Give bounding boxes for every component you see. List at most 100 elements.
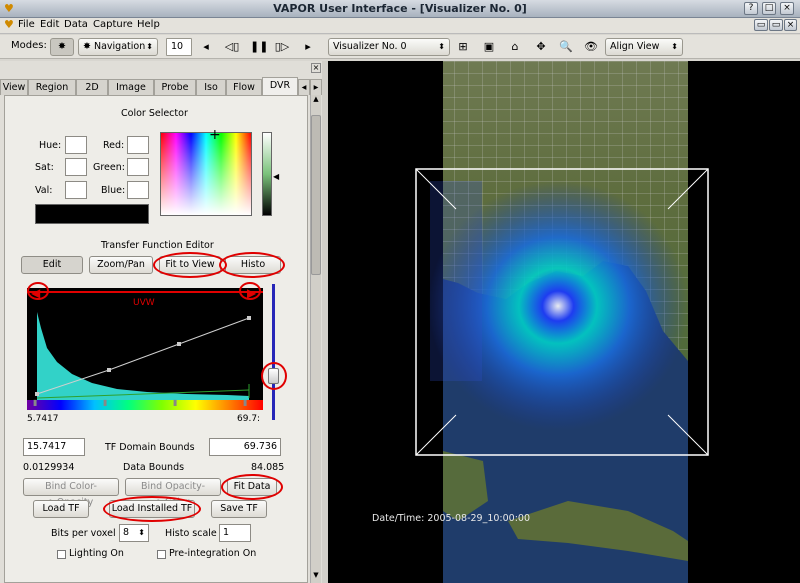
tab-flow[interactable]: Flow — [226, 79, 262, 95]
hue-field[interactable] — [65, 136, 87, 154]
menu-help[interactable]: Help — [137, 19, 160, 30]
bits-per-voxel-select[interactable]: 8 ⬍ — [119, 524, 149, 542]
mode-value: Navigation — [93, 41, 146, 52]
mode-select[interactable]: ✸ Navigation ⬍ — [78, 38, 158, 56]
panel-close-icon[interactable]: × — [311, 63, 321, 73]
sat-field[interactable] — [65, 158, 87, 176]
menu-file[interactable]: File — [18, 19, 35, 30]
toolbar: Modes: ✸ ✸ Navigation ⬍ 10 ◂ ◁▯ ❚❚ ▯▷ ▸ V… — [0, 35, 800, 59]
chevron-updown-icon: ⬍ — [146, 42, 153, 51]
zoom-pan-button[interactable]: Zoom/Pan — [89, 256, 153, 274]
preintegration-label: Pre-integration On — [169, 548, 257, 559]
tab-probe[interactable]: Probe — [154, 79, 196, 95]
control-point[interactable] — [107, 368, 111, 372]
bind-opacity-color-button[interactable]: Bind Opacity->Color — [125, 478, 221, 508]
tf-min-field[interactable]: 15.7417 — [23, 438, 85, 456]
visualizer-canvas[interactable]: Date/Time: 2005-08-29_10:00:00 — [328, 61, 800, 583]
tf-graph[interactable]: UVW — [27, 288, 263, 400]
tab-dvr[interactable]: DVR — [262, 77, 298, 95]
play-forward-icon[interactable]: ▯▷ — [274, 39, 290, 55]
rendered-scene — [415, 61, 709, 583]
green-label: Green: — [93, 162, 125, 173]
histo-scale-label: Histo scale — [165, 528, 217, 539]
close-window-button[interactable]: × — [780, 2, 794, 15]
pause-icon[interactable]: ❚❚ — [250, 39, 268, 55]
menu-bar: ♥ File Edit Data Capture Help ▭ ▭ × — [0, 18, 800, 34]
menu-data[interactable]: Data — [64, 19, 88, 30]
histo-scale-field[interactable]: 1 — [219, 524, 251, 542]
layers-icon[interactable]: ▣ — [481, 39, 497, 55]
align-view-select[interactable]: Align View ⬍ — [605, 38, 683, 56]
play-back-icon[interactable]: ◁▯ — [224, 39, 240, 55]
lighting-label: Lighting On — [69, 548, 124, 559]
grid-icon[interactable]: ⊞ — [455, 39, 471, 55]
eye-icon[interactable]: 👁 — [583, 39, 599, 55]
red-field[interactable] — [127, 136, 149, 154]
color-point-icon[interactable]: ▮ — [173, 398, 177, 407]
menu-capture[interactable]: Capture — [93, 19, 133, 30]
chevron-updown-icon: ⬍ — [138, 528, 145, 537]
tab-iso[interactable]: Iso — [196, 79, 226, 95]
maximize-window-button[interactable]: □ — [762, 2, 776, 15]
tf-domain-label: TF Domain Bounds — [105, 442, 195, 453]
control-point[interactable] — [247, 316, 251, 320]
mdi-minimize-button[interactable]: ▭ — [754, 19, 768, 31]
step-forward-icon[interactable]: ▸ — [300, 39, 316, 55]
highlight-ring — [261, 362, 287, 390]
tab-2d[interactable]: 2D — [76, 79, 108, 95]
val-field[interactable] — [65, 181, 87, 199]
navigation-mode-icon[interactable]: ✸ — [50, 38, 74, 56]
bind-color-opacity-button[interactable]: Bind Color->Opacity — [23, 478, 119, 508]
control-point[interactable] — [177, 342, 181, 346]
tab-scroll-right-icon[interactable]: ▸ — [310, 79, 322, 95]
home-icon[interactable]: ⌂ — [507, 39, 523, 55]
tab-image[interactable]: Image — [108, 79, 154, 95]
color-point-icon[interactable]: ▮ — [243, 398, 247, 407]
color-point-icon[interactable]: ▮ — [33, 398, 37, 407]
tab-view[interactable]: View — [0, 79, 28, 95]
axis-max-label: 69.7: — [237, 414, 261, 424]
mdi-close-button[interactable]: × — [784, 19, 797, 31]
mdi-restore-button[interactable]: ▭ — [769, 19, 783, 31]
visualizer-value: Visualizer No. 0 — [333, 41, 407, 52]
lighting-checkbox[interactable] — [57, 550, 66, 559]
value-slider[interactable] — [262, 132, 272, 216]
scroll-up-icon[interactable]: ▲ — [311, 95, 321, 105]
blue-field[interactable] — [127, 181, 149, 199]
scroll-thumb[interactable] — [311, 115, 321, 275]
hue-saturation-picker[interactable]: + — [160, 127, 252, 216]
volume-haze — [430, 181, 482, 381]
help-window-button[interactable]: ? — [744, 2, 758, 15]
control-point[interactable] — [35, 392, 39, 396]
save-tf-button[interactable]: Save TF — [211, 500, 267, 518]
align-view-value: Align View — [610, 41, 660, 52]
hue-label: Hue: — [39, 140, 62, 151]
blue-label: Blue: — [101, 185, 126, 196]
colormap-bar[interactable]: ▮ ▮ ▮ ▮ — [27, 398, 263, 410]
modes-label: Modes: — [11, 40, 47, 51]
left-panel: × View Region 2D Image Probe Iso Flow DV… — [0, 61, 322, 583]
edit-button[interactable]: Edit — [21, 256, 83, 274]
color-selector-title: Color Selector — [121, 108, 188, 119]
center-view-icon[interactable]: ✥ — [533, 39, 549, 55]
highlight-ring — [219, 252, 285, 278]
panel-scrollbar[interactable]: ▲ ▼ — [310, 95, 321, 583]
tab-scroll-left-icon[interactable]: ◂ — [298, 79, 310, 95]
load-tf-button[interactable]: Load TF — [33, 500, 89, 518]
step-back-icon[interactable]: ◂ — [198, 39, 214, 55]
data-bounds-label: Data Bounds — [123, 462, 185, 473]
tf-editor-title: Transfer Function Editor — [101, 240, 214, 251]
datetime-label: Date/Time: 2005-08-29_10:00:00 — [372, 513, 531, 524]
frame-input[interactable]: 10 — [166, 38, 192, 56]
green-field[interactable] — [127, 158, 149, 176]
zoom-icon[interactable]: 🔍 — [558, 39, 574, 55]
menu-edit[interactable]: Edit — [40, 19, 59, 30]
preintegration-checkbox[interactable] — [157, 550, 166, 559]
val-label: Val: — [35, 185, 53, 196]
color-point-icon[interactable]: ▮ — [103, 398, 107, 407]
visualizer-select[interactable]: Visualizer No. 0 ⬍ — [328, 38, 450, 56]
opacity-scale-track[interactable] — [272, 284, 275, 420]
tf-max-field[interactable]: 69.736 — [209, 438, 281, 456]
scroll-down-icon[interactable]: ▼ — [311, 571, 321, 581]
tab-region[interactable]: Region — [28, 79, 76, 95]
